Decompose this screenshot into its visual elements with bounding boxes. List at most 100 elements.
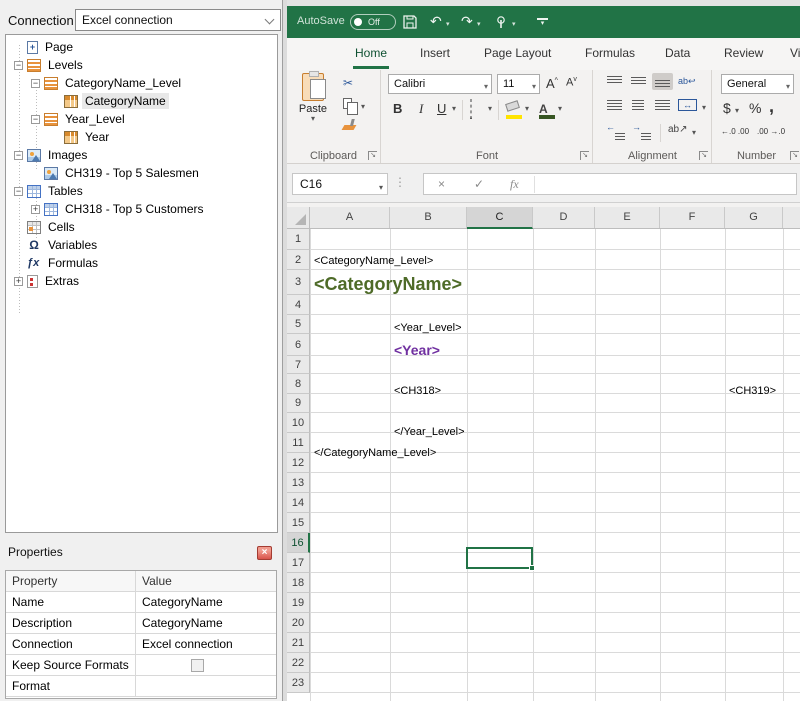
row-header-13[interactable]: 13	[287, 473, 310, 493]
row-header-7[interactable]: 7	[287, 356, 310, 374]
align-left-icon[interactable]	[604, 97, 625, 114]
property-row[interactable]: NameCategoryName	[6, 592, 276, 613]
row-header-5[interactable]: 5	[287, 315, 310, 334]
grow-font-button[interactable]: A^	[546, 76, 558, 91]
name-box[interactable]: C16 ▾	[292, 173, 388, 195]
sheet-row[interactable]: 17	[287, 553, 800, 573]
bold-button[interactable]: B	[393, 98, 402, 121]
row-header-18[interactable]: 18	[287, 573, 310, 593]
sheet-row[interactable]: 15	[287, 513, 800, 533]
tab-home[interactable]: Home	[353, 38, 389, 69]
merge-dropdown-icon[interactable]: ▾	[702, 103, 706, 112]
font-size-combo[interactable]: 11 ▾	[497, 74, 540, 94]
fill-handle[interactable]	[529, 565, 535, 571]
align-bottom-icon[interactable]	[652, 73, 673, 90]
sheet-row[interactable]: 9	[287, 394, 800, 413]
fill-color-icon[interactable]	[505, 100, 520, 112]
row-header-16[interactable]: 16	[287, 533, 310, 553]
collapse-icon[interactable]: −	[31, 115, 40, 124]
property-row[interactable]: Keep Source Formats	[6, 655, 276, 676]
cancel-icon[interactable]: ×	[438, 174, 445, 194]
row-header-6[interactable]: 6	[287, 334, 310, 356]
underline-button[interactable]: U	[437, 98, 446, 121]
property-row[interactable]: ConnectionExcel connection	[6, 634, 276, 655]
font-color-letter[interactable]: A	[539, 102, 548, 116]
shrink-font-button[interactable]: Av	[566, 76, 577, 89]
align-right-icon[interactable]	[652, 97, 673, 114]
column-header-B[interactable]: B	[390, 207, 467, 228]
sheet-row[interactable]: 5	[287, 315, 800, 334]
increase-indent-icon[interactable]: →	[632, 122, 653, 139]
row-header-17[interactable]: 17	[287, 553, 310, 573]
tree-item[interactable]: −Images	[6, 146, 277, 164]
collapse-icon[interactable]: −	[31, 79, 40, 88]
sheet-row[interactable]: 10	[287, 413, 800, 433]
collapse-icon[interactable]: −	[14, 187, 23, 196]
property-value[interactable]	[136, 655, 276, 675]
align-middle-icon[interactable]	[628, 73, 649, 90]
row-header-15[interactable]: 15	[287, 513, 310, 533]
currency-button[interactable]: $	[723, 100, 731, 116]
row-header-21[interactable]: 21	[287, 633, 310, 653]
sheet-row[interactable]: 22	[287, 653, 800, 673]
cell-B6[interactable]: <Year>	[390, 339, 440, 361]
wrap-text-icon[interactable]: ab↩	[678, 73, 699, 90]
property-row[interactable]: DescriptionCategoryName	[6, 613, 276, 634]
column-header-C[interactable]: C	[467, 207, 533, 229]
cell-G8[interactable]: <CH319>	[725, 381, 776, 401]
sheet-row[interactable]: 23	[287, 673, 800, 693]
sheet-row[interactable]: 20	[287, 613, 800, 633]
collapse-icon[interactable]: −	[14, 151, 23, 160]
select-all-corner[interactable]	[287, 207, 310, 228]
sheet-row[interactable]: 4	[287, 295, 800, 315]
increase-decimal-icon[interactable]: ←.0 .00	[721, 128, 749, 136]
sheet-row[interactable]: 8	[287, 374, 800, 394]
sheet-row[interactable]: 18	[287, 573, 800, 593]
tree-item[interactable]: Year	[6, 128, 277, 146]
fill-color-dropdown-icon[interactable]: ▾	[525, 98, 529, 121]
tab-page-layout[interactable]: Page Layout	[482, 38, 553, 69]
row-header-1[interactable]: 1	[287, 229, 310, 250]
tree-item[interactable]: CategoryName	[6, 92, 277, 110]
row-header-10[interactable]: 10	[287, 413, 310, 433]
row-header-4[interactable]: 4	[287, 295, 310, 315]
tab-formulas[interactable]: Formulas	[583, 38, 637, 69]
template-tree[interactable]: +Page−Levels−CategoryName_LevelCategoryN…	[5, 34, 278, 533]
column-header-F[interactable]: F	[660, 207, 725, 228]
close-icon[interactable]: ×	[257, 546, 272, 560]
tree-item[interactable]: ΩVariables	[6, 236, 277, 254]
save-icon[interactable]	[402, 14, 418, 30]
insert-function-icon[interactable]: fx	[510, 174, 519, 194]
enter-check-icon[interactable]: ✓	[474, 174, 484, 194]
property-value[interactable]: Excel connection	[136, 634, 276, 654]
property-value[interactable]	[136, 676, 276, 696]
cut-icon[interactable]: ✂	[343, 76, 359, 92]
underline-dropdown-icon[interactable]: ▾	[452, 98, 456, 121]
grid[interactable]: 1234567891011121314151617181920212223<Ca…	[287, 229, 800, 701]
property-value[interactable]: CategoryName	[136, 592, 276, 612]
row-header-2[interactable]: 2	[287, 250, 310, 270]
sheet-row[interactable]: 21	[287, 633, 800, 653]
autosave-toggle[interactable]: Off	[350, 14, 396, 30]
row-header-22[interactable]: 22	[287, 653, 310, 673]
customize-quick-access-icon[interactable]: ▾	[537, 18, 548, 28]
column-header-D[interactable]: D	[533, 207, 595, 228]
row-header-8[interactable]: 8	[287, 374, 310, 394]
copy-icon[interactable]	[343, 98, 352, 109]
row-header-3[interactable]: 3	[287, 270, 310, 295]
tab-review[interactable]: Review	[722, 38, 765, 69]
touch-mode-icon[interactable]	[494, 15, 508, 30]
cell-A2[interactable]: <CategoryName_Level>	[310, 251, 433, 271]
cell-B5[interactable]: <Year_Level>	[390, 319, 462, 338]
decrease-decimal-icon[interactable]: .00 →.0	[757, 128, 785, 136]
alignment-dialog-launcher-icon[interactable]: ↘	[699, 151, 708, 160]
sheet-row[interactable]: 14	[287, 493, 800, 513]
row-header-20[interactable]: 20	[287, 613, 310, 633]
connection-dropdown[interactable]: Excel connection	[75, 9, 281, 31]
merge-center-icon[interactable]: ↔	[678, 97, 699, 114]
property-row[interactable]: Format	[6, 676, 276, 697]
sheet-row[interactable]: 19	[287, 593, 800, 613]
collapse-icon[interactable]: −	[14, 61, 23, 70]
align-center-icon[interactable]	[628, 97, 649, 114]
align-top-icon[interactable]	[604, 73, 625, 90]
